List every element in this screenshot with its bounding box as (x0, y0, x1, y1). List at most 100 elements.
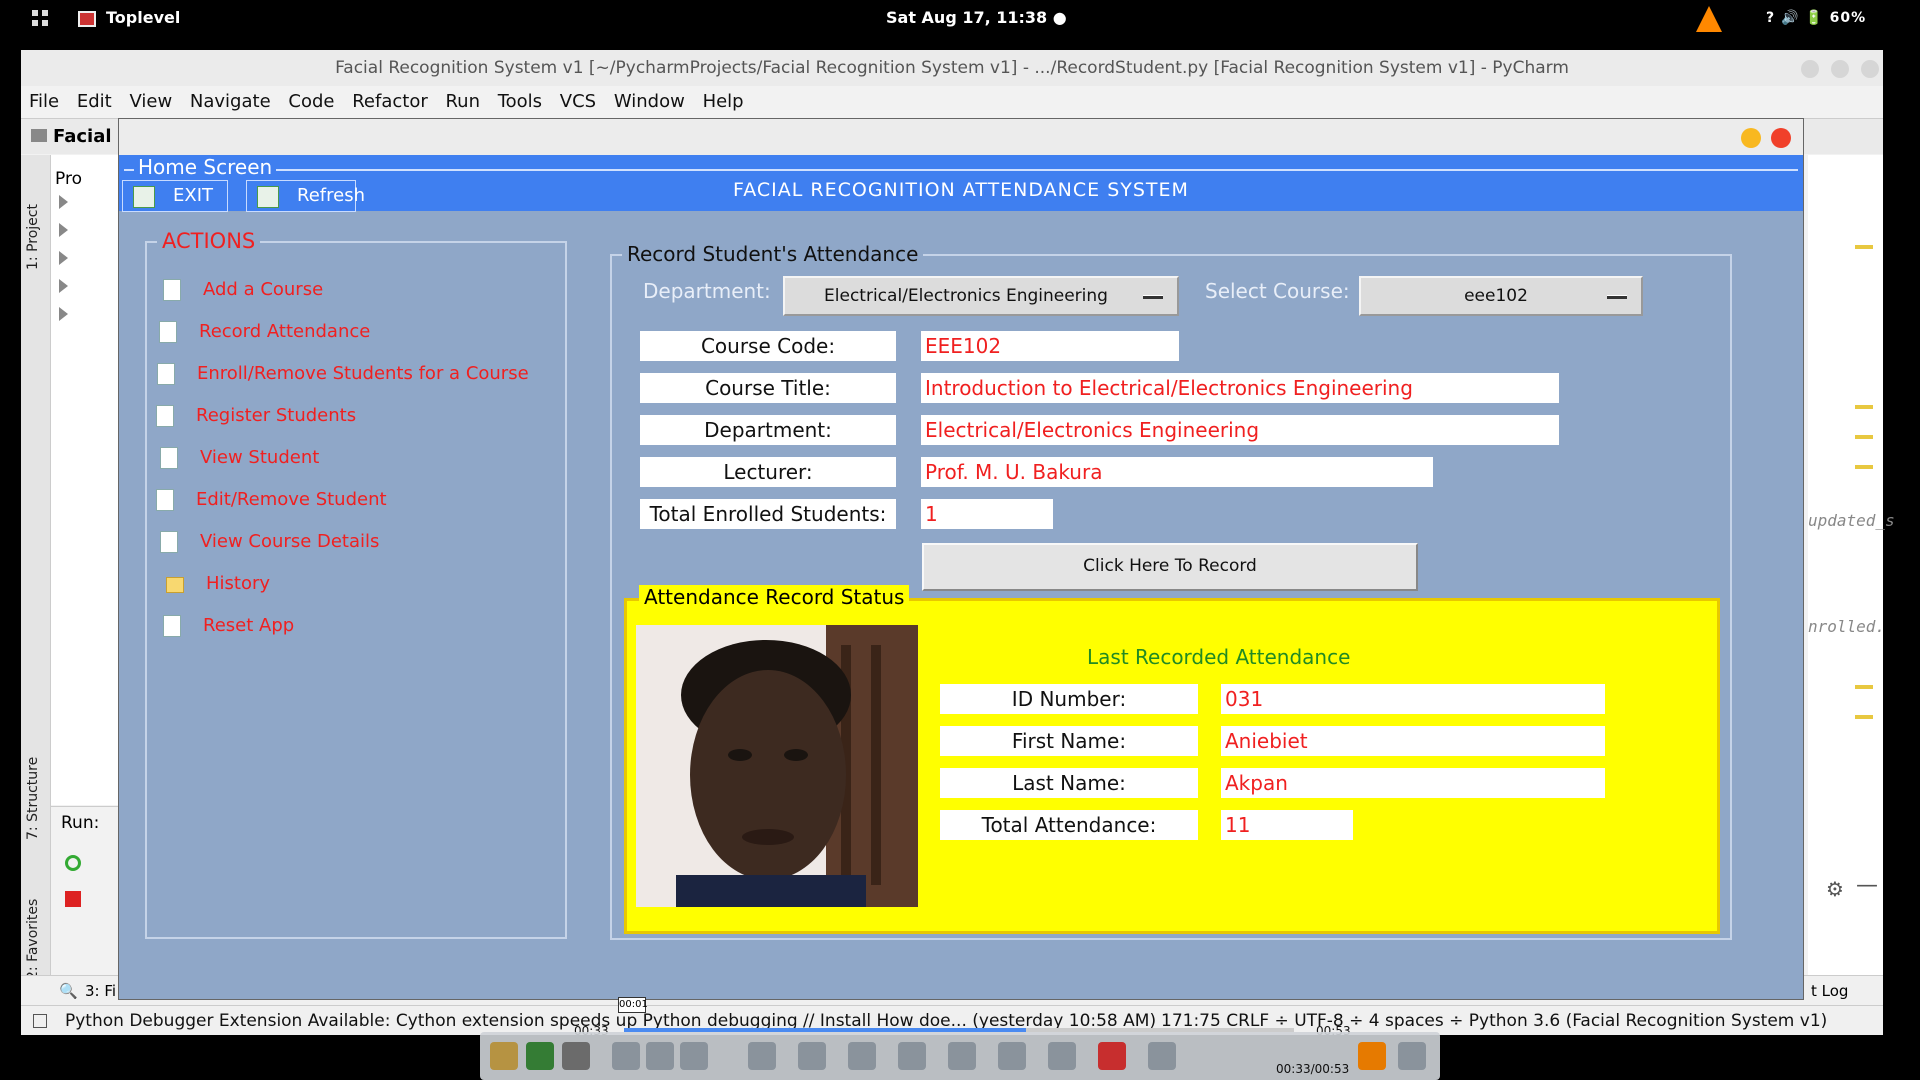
action-label: View Course Details (200, 531, 380, 552)
find-tab[interactable]: 3: Fi (85, 976, 116, 1006)
reset-app-button[interactable]: Reset App (155, 609, 305, 643)
action-label: View Student (200, 447, 320, 468)
status-checkbox-icon[interactable] (33, 1014, 47, 1028)
gear-icon[interactable]: ⚙ (1826, 877, 1844, 901)
department-label: Department: (643, 279, 771, 303)
close-button[interactable] (1861, 60, 1879, 78)
exit-button[interactable]: EXIT (122, 180, 228, 212)
total-attendance-value: 11 (1221, 810, 1353, 840)
register-icon (156, 405, 174, 427)
action-label: Enroll/Remove Students for a Course (197, 363, 529, 384)
student-photo-image (636, 625, 918, 907)
course-code-label: Course Code: (640, 331, 896, 361)
id-value: 031 (1221, 684, 1605, 714)
menu-bar: File Edit View Navigate Code Refactor Ru… (21, 86, 1883, 118)
run-label: Run: (61, 813, 100, 833)
department-field-label: Department: (640, 415, 896, 445)
action-label: Reset App (203, 615, 295, 636)
stop-icon[interactable] (65, 891, 81, 907)
pause-icon[interactable] (562, 1042, 590, 1070)
pycharm-titlebar: Facial Recognition System v1 [~/PycharmP… (21, 50, 1883, 86)
record-attendance-button[interactable]: Record Attendance (151, 315, 381, 349)
menu-run[interactable]: Run (445, 91, 480, 112)
stop-icon[interactable] (646, 1042, 674, 1070)
enroll-students-button[interactable]: Enroll/Remove Students for a Course (149, 357, 539, 391)
app-icon[interactable] (948, 1042, 976, 1070)
event-log-tab[interactable]: t Log (1811, 976, 1848, 1006)
minimize-button[interactable] (1741, 128, 1761, 148)
course-select[interactable]: eee102 (1359, 276, 1643, 316)
expand-arrow-icon[interactable] (59, 223, 68, 237)
close-button[interactable] (1771, 128, 1791, 148)
menu-navigate[interactable]: Navigate (190, 91, 271, 112)
rerun-icon[interactable] (65, 855, 81, 871)
next-icon[interactable] (680, 1042, 708, 1070)
edit-student-button[interactable]: Edit/Remove Student (148, 483, 397, 517)
app-grid-icon[interactable] (32, 10, 48, 26)
favorites-tab[interactable]: 2: Favorites (25, 899, 41, 980)
department-select-value: Electrical/Electronics Engineering (824, 286, 1108, 306)
add-course-button[interactable]: Add a Course (155, 273, 334, 307)
menu-window[interactable]: Window (614, 91, 685, 112)
menu-tools[interactable]: Tools (498, 91, 542, 112)
gutter-mark (1855, 435, 1873, 439)
actions-panel: ACTIONS Add a Course Record Attendance E… (145, 229, 567, 939)
refresh-button[interactable]: Refresh (246, 180, 365, 212)
menu-vcs[interactable]: VCS (560, 91, 596, 112)
app-icon[interactable] (1148, 1042, 1176, 1070)
action-label: History (206, 573, 271, 594)
editor-gutter: updated_s nrolled. ⚙ — (1808, 155, 1895, 1015)
menu-code[interactable]: Code (288, 91, 334, 112)
home-screen-label: Home Screen (134, 155, 277, 179)
minimize-button[interactable] (1801, 60, 1819, 78)
expand-arrow-icon[interactable] (59, 279, 68, 293)
minimize-panel-icon[interactable]: — (1856, 873, 1878, 898)
maximize-button[interactable] (1831, 60, 1849, 78)
active-app-name[interactable]: Toplevel (106, 8, 180, 27)
register-students-button[interactable]: Register Students (148, 399, 367, 433)
history-button[interactable]: History (158, 567, 281, 601)
fullscreen-icon[interactable] (748, 1042, 776, 1070)
menu-refactor[interactable]: Refactor (352, 91, 428, 112)
expand-arrow-icon[interactable] (59, 251, 68, 265)
app-icon[interactable] (490, 1042, 518, 1070)
exit-icon (133, 186, 155, 208)
menu-file[interactable]: File (29, 91, 59, 112)
lecturer-label: Lecturer: (640, 457, 896, 487)
terminal-icon[interactable] (998, 1042, 1026, 1070)
record-button[interactable]: Click Here To Record (922, 543, 1418, 591)
search-icon: 🔍 (59, 982, 78, 1000)
action-label: Edit/Remove Student (196, 489, 387, 510)
gutter-mark (1855, 245, 1873, 249)
previous-icon[interactable] (612, 1042, 640, 1070)
enrolled-value: 1 (921, 499, 1053, 529)
view-student-button[interactable]: View Student (152, 441, 330, 475)
app-icon[interactable] (1098, 1042, 1126, 1070)
nav-crumb[interactable]: Facial (53, 126, 112, 147)
vlc-icon[interactable] (1696, 6, 1722, 32)
chrome-icon[interactable] (526, 1042, 554, 1070)
menu-help[interactable]: Help (703, 91, 744, 112)
system-tray[interactable]: ? 🔊 🔋 60% (1766, 10, 1866, 26)
expand-arrow-icon[interactable] (59, 195, 68, 209)
menu-edit[interactable]: Edit (77, 91, 112, 112)
refresh-label: Refresh (297, 185, 365, 206)
view-course-details-button[interactable]: View Course Details (152, 525, 390, 559)
clock[interactable]: Sat Aug 17, 11:38 ● (886, 8, 1067, 27)
app-icon[interactable] (1048, 1042, 1076, 1070)
department-select[interactable]: Electrical/Electronics Engineering (783, 276, 1179, 316)
app-icon[interactable] (798, 1042, 826, 1070)
project-tab[interactable]: 1: Project (25, 204, 41, 270)
structure-tab[interactable]: 7: Structure (25, 757, 41, 840)
expand-arrow-icon[interactable] (59, 307, 68, 321)
app-icon[interactable] (898, 1042, 926, 1070)
record-icon (159, 321, 177, 343)
gutter-mark (1855, 685, 1873, 689)
last-recorded-heading: Last Recorded Attendance (1087, 645, 1351, 669)
help-icon[interactable] (1398, 1042, 1426, 1070)
project-root[interactable]: Pro (55, 169, 82, 189)
exit-label: EXIT (173, 185, 214, 206)
menu-view[interactable]: View (129, 91, 172, 112)
app-icon[interactable] (848, 1042, 876, 1070)
vlc-icon[interactable] (1358, 1042, 1386, 1070)
